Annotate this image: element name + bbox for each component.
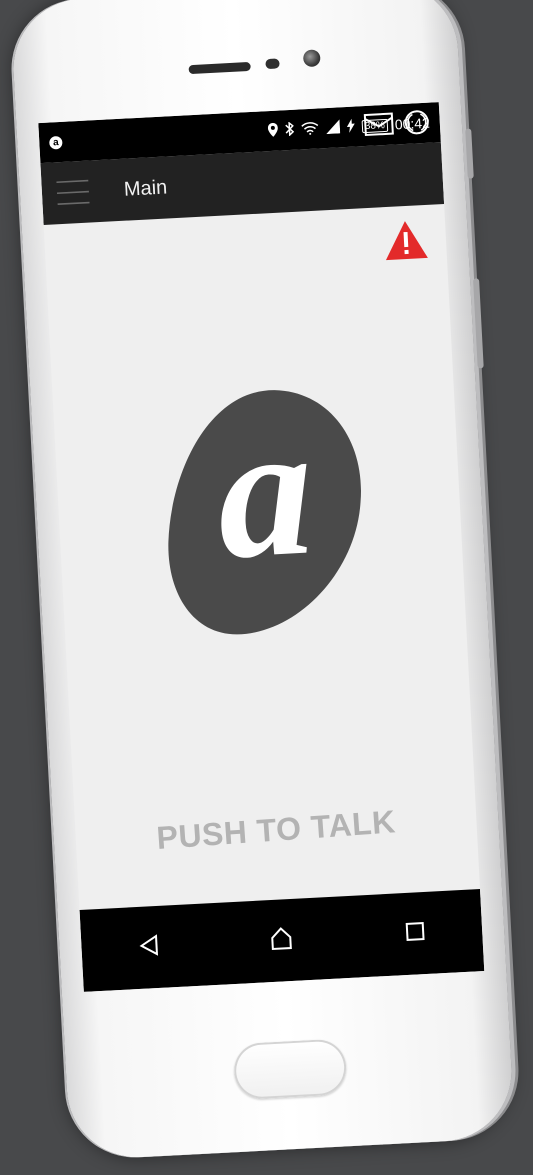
volume-button[interactable] — [473, 278, 484, 369]
bluetooth-icon — [285, 120, 295, 138]
front-camera — [302, 49, 321, 68]
menu-icon — [56, 178, 90, 208]
home-button[interactable] — [250, 909, 313, 972]
home-icon — [269, 925, 294, 955]
recents-button[interactable] — [384, 902, 447, 965]
app-logo[interactable]: a — [155, 381, 378, 647]
warning-triangle-icon[interactable] — [383, 219, 429, 266]
page-title: Main — [123, 175, 168, 201]
status-ring-button[interactable] — [403, 109, 430, 136]
menu-button[interactable] — [40, 160, 105, 225]
mail-button[interactable] — [363, 112, 394, 138]
phone-device: a 38% 00:42 Main a PUSH TO TALK — [9, 0, 516, 1161]
charging-icon — [346, 118, 355, 135]
back-icon — [138, 933, 159, 961]
logo-letter: a — [212, 384, 318, 599]
signal-icon — [325, 118, 341, 137]
recents-icon — [405, 920, 426, 946]
push-to-talk-button[interactable]: PUSH TO TALK — [75, 798, 478, 863]
back-button[interactable] — [117, 916, 180, 979]
physical-home-key[interactable] — [232, 1038, 348, 1101]
navigation-bar — [79, 889, 485, 992]
wifi-icon — [300, 120, 319, 138]
power-button[interactable] — [465, 128, 474, 179]
screen: a 38% 00:42 Main a PUSH TO TALK — [38, 102, 485, 992]
proximity-sensor — [265, 58, 280, 70]
earpiece-speaker — [188, 61, 251, 75]
location-icon — [267, 122, 279, 140]
app-badge-icon: a — [48, 135, 63, 150]
